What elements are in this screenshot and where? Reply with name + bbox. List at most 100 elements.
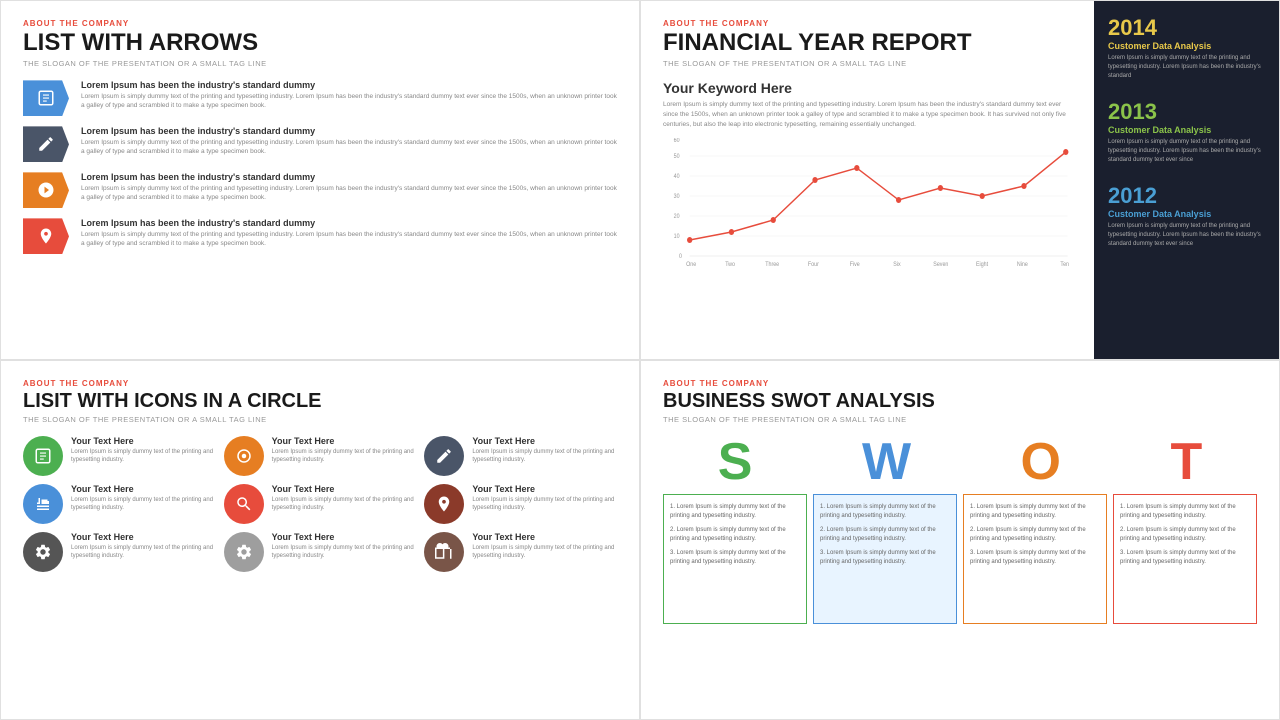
year-2012: 2012: [1108, 183, 1265, 209]
svg-text:40: 40: [674, 173, 680, 179]
chart-description: Lorem Ipsum is simply dummy text of the …: [663, 100, 1072, 129]
year-2013-text: Lorem Ipsum is simply dummy text of the …: [1108, 138, 1265, 165]
year-2012-title: Customer Data Analysis: [1108, 209, 1265, 219]
line-chart: 0 10 20 30 40 50 60: [663, 138, 1072, 273]
swot-boxes: Lorem Ipsum is simply dummy text of the …: [663, 494, 1257, 624]
svg-text:Three: Three: [765, 261, 779, 267]
swot-s-point-1: Lorem Ipsum is simply dummy text of the …: [670, 503, 800, 521]
circle-icon-6: [424, 484, 464, 524]
svg-text:60: 60: [674, 138, 680, 144]
swot-t-point-3: Lorem Ipsum is simply dummy text of the …: [1120, 549, 1250, 567]
svg-text:Seven: Seven: [933, 261, 948, 267]
chart-keyword: Your Keyword Here: [663, 80, 1072, 96]
arrow-item-3: Lorem Ipsum has been the industry's stan…: [23, 172, 617, 208]
icon-item-8: Your Text Here Lorem Ipsum is simply dum…: [224, 532, 417, 572]
panel3-title: Lisit With Icons In A Circle: [23, 390, 617, 412]
year-2013: 2013: [1108, 99, 1265, 125]
icon-item-7: Your Text Here Lorem Ipsum is simply dum…: [23, 532, 216, 572]
financial-sidebar: 2014 Customer Data Analysis Lorem Ipsum …: [1094, 1, 1279, 359]
svg-text:One: One: [686, 261, 696, 267]
arrow-icon-2: [23, 126, 69, 162]
svg-text:Five: Five: [850, 261, 860, 267]
swot-box-w: Lorem Ipsum is simply dummy text of the …: [813, 494, 957, 624]
arrow-icon-4: [23, 218, 69, 254]
swot-box-o: Lorem Ipsum is simply dummy text of the …: [963, 494, 1107, 624]
panel1-tagline: The Slogan Of The Presentation Or A Smal…: [23, 59, 617, 68]
icon-text-7: Your Text Here Lorem Ipsum is simply dum…: [71, 532, 216, 561]
circle-icon-7: [23, 532, 63, 572]
icon-item-3: Your Text Here Lorem Ipsum is simply dum…: [424, 436, 617, 476]
financial-main: About The Company Financial Year Report …: [641, 1, 1094, 359]
arrow-item-4: Lorem Ipsum has been the industry's stan…: [23, 218, 617, 254]
swot-w-point-2: Lorem Ipsum is simply dummy text of the …: [820, 526, 950, 544]
arrow-icon-3: [23, 172, 69, 208]
sidebar-year-2014: 2014 Customer Data Analysis Lorem Ipsum …: [1108, 15, 1265, 81]
swot-o-point-1: Lorem Ipsum is simply dummy text of the …: [970, 503, 1100, 521]
panel4-tagline: The Slogan Of The Presentation Or A Smal…: [663, 415, 1257, 424]
year-2014-text: Lorem Ipsum is simply dummy text of the …: [1108, 54, 1265, 81]
icon-text-2: Your Text Here Lorem Ipsum is simply dum…: [272, 436, 417, 465]
circle-icon-2: [224, 436, 264, 476]
icon-text-5: Your Text Here Lorem Ipsum is simply dum…: [272, 484, 417, 513]
icon-item-1: Your Text Here Lorem Ipsum is simply dum…: [23, 436, 216, 476]
svg-text:Ten: Ten: [1060, 261, 1069, 267]
panel1-about: About The Company: [23, 19, 617, 28]
panel-icons-circle: About The Company Lisit With Icons In A …: [0, 360, 640, 720]
swot-s-point-2: Lorem Ipsum is simply dummy text of the …: [670, 526, 800, 544]
swot-box-t: Lorem Ipsum is simply dummy text of the …: [1113, 494, 1257, 624]
icon-item-6: Your Text Here Lorem Ipsum is simply dum…: [424, 484, 617, 524]
panel3-tagline: The Slogan Of The Presentation Or A Smal…: [23, 415, 617, 424]
arrow-text-2: Lorem Ipsum has been the industry's stan…: [81, 126, 617, 156]
swot-w-letter: W: [862, 436, 911, 488]
icon-text-3: Your Text Here Lorem Ipsum is simply dum…: [472, 436, 617, 465]
swot-o-point-3: Lorem Ipsum is simply dummy text of the …: [970, 549, 1100, 567]
arrow-item-1: Lorem Ipsum has been the industry's stan…: [23, 80, 617, 116]
year-2014: 2014: [1108, 15, 1265, 41]
panel4-about: About The Company: [663, 379, 1257, 388]
panel1-title: List With Arrows: [23, 30, 617, 56]
swot-o-letter: O: [1021, 436, 1061, 488]
icon-text-1: Your Text Here Lorem Ipsum is simply dum…: [71, 436, 216, 465]
icon-item-4: Your Text Here Lorem Ipsum is simply dum…: [23, 484, 216, 524]
year-2014-title: Customer Data Analysis: [1108, 41, 1265, 51]
svg-text:50: 50: [674, 153, 680, 159]
circle-icon-9: [424, 532, 464, 572]
icon-item-5: Your Text Here Lorem Ipsum is simply dum…: [224, 484, 417, 524]
icon-item-2: Your Text Here Lorem Ipsum is simply dum…: [224, 436, 417, 476]
icon-text-6: Your Text Here Lorem Ipsum is simply dum…: [472, 484, 617, 513]
panel-swot: About The Company Business SWOT Analysis…: [640, 360, 1280, 720]
icons-grid: Your Text Here Lorem Ipsum is simply dum…: [23, 436, 617, 572]
swot-s-letter: S: [718, 436, 753, 488]
svg-text:Nine: Nine: [1017, 261, 1028, 267]
panel4-title: Business SWOT Analysis: [663, 390, 1257, 412]
swot-letters: S W O T: [663, 436, 1257, 488]
swot-s-point-3: Lorem Ipsum is simply dummy text of the …: [670, 549, 800, 567]
svg-text:10: 10: [674, 233, 680, 239]
panel-financial: About The Company Financial Year Report …: [640, 0, 1280, 360]
arrow-icon-1: [23, 80, 69, 116]
panel2-tagline: The Slogan Of The Presentation Or A Smal…: [663, 59, 1072, 68]
icon-item-9: Your Text Here Lorem Ipsum is simply dum…: [424, 532, 617, 572]
swot-t-letter: T: [1170, 436, 1202, 488]
svg-text:Six: Six: [893, 261, 901, 267]
sidebar-year-2012: 2012 Customer Data Analysis Lorem Ipsum …: [1108, 183, 1265, 249]
swot-o-point-2: Lorem Ipsum is simply dummy text of the …: [970, 526, 1100, 544]
circle-icon-8: [224, 532, 264, 572]
icon-text-4: Your Text Here Lorem Ipsum is simply dum…: [71, 484, 216, 513]
circle-icon-4: [23, 484, 63, 524]
circle-icon-1: [23, 436, 63, 476]
arrow-text-4: Lorem Ipsum has been the industry's stan…: [81, 218, 617, 248]
svg-text:20: 20: [674, 213, 680, 219]
arrow-text-3: Lorem Ipsum has been the industry's stan…: [81, 172, 617, 202]
svg-text:0: 0: [679, 253, 682, 259]
arrow-text-1: Lorem Ipsum has been the industry's stan…: [81, 80, 617, 110]
sidebar-year-2013: 2013 Customer Data Analysis Lorem Ipsum …: [1108, 99, 1265, 165]
svg-text:Four: Four: [808, 261, 819, 267]
swot-w-point-1: Lorem Ipsum is simply dummy text of the …: [820, 503, 950, 521]
icon-text-9: Your Text Here Lorem Ipsum is simply dum…: [472, 532, 617, 561]
chart-svg: 0 10 20 30 40 50 60: [663, 138, 1072, 268]
year-2012-text: Lorem Ipsum is simply dummy text of the …: [1108, 222, 1265, 249]
swot-t-point-2: Lorem Ipsum is simply dummy text of the …: [1120, 526, 1250, 544]
icon-text-8: Your Text Here Lorem Ipsum is simply dum…: [272, 532, 417, 561]
circle-icon-3: [424, 436, 464, 476]
